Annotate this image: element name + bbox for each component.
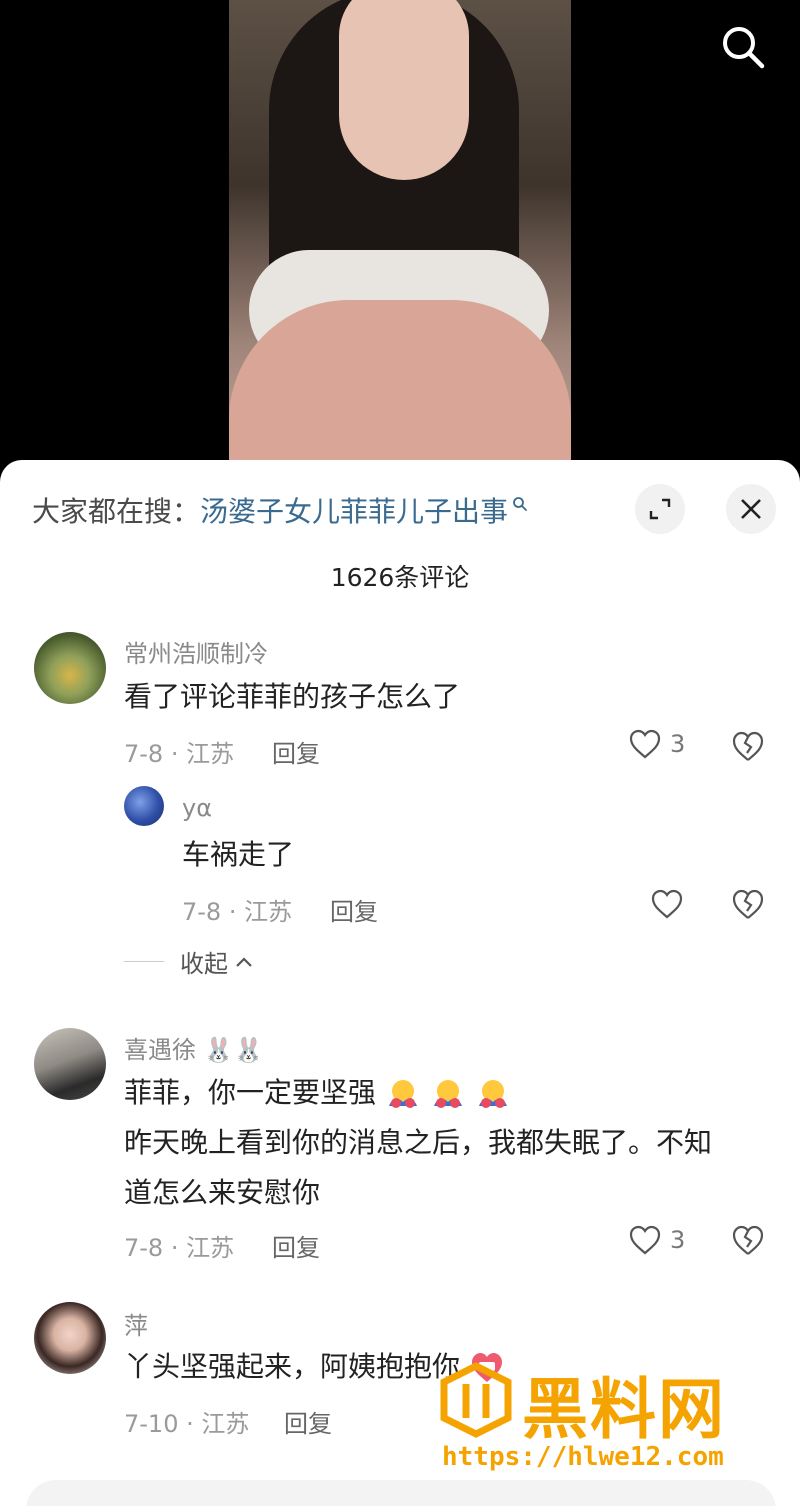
watermark-logo-icon [440,1362,512,1438]
comment-text: 道怎么来安慰你 [124,1176,321,1209]
collapse-replies-button[interactable]: 收起 [124,944,254,979]
comment-date-location: 7-8 · 江苏 [124,1234,235,1262]
avatar[interactable] [34,1302,106,1374]
dislike-icon[interactable] [730,1222,766,1258]
dislike-icon[interactable] [730,886,766,922]
dislike-icon[interactable] [730,728,766,764]
comment-text: 车祸走了 [182,838,295,871]
comment-count: 1626条评论 [330,563,470,592]
divider [124,961,164,962]
hot-search-banner[interactable]: 大家都在搜： 汤婆子女儿菲菲儿子出事 [32,490,528,530]
video-player[interactable] [0,0,800,470]
rabbit-emoji-icon: 🐰🐰 [203,1036,264,1064]
comment-text-line: 菲菲，你一定要坚强 [124,1068,511,1118]
comment-username[interactable]: yα [182,794,212,822]
reply-button[interactable]: 回复 [284,1404,332,1439]
watermark-url: https://hlwe12.com [442,1442,724,1472]
close-icon [741,499,761,519]
watermark-title: 黑料网 [522,1371,726,1448]
comment-username[interactable]: 常州浩顺制冷 [124,634,268,669]
reply-button[interactable]: 回复 [272,734,320,769]
comment-username-text: 喜遇徐 [124,1036,196,1064]
comment-date-location: 7-10 · 江苏 [124,1410,250,1438]
hot-search-term[interactable]: 汤婆子女儿菲菲儿子出事 [200,490,508,530]
expand-button[interactable] [635,484,685,534]
comment-text: 看了评论菲菲的孩子怎么了 [124,680,461,713]
comment-text: 菲菲，你一定要坚强 [124,1076,377,1109]
hug-emoji-icon [433,1080,462,1108]
like-count: 3 [670,730,686,758]
expand-icon [649,498,671,520]
like-button[interactable]: 3 [628,1224,685,1256]
comment-username[interactable]: 喜遇徐 🐰🐰 [124,1030,263,1065]
comment-text: 昨天晚上看到你的消息之后，我都失眠了。不知 [124,1126,713,1159]
search-icon[interactable] [718,22,766,70]
comment-username[interactable]: 萍 [124,1306,148,1341]
comment-text: 丫头坚强起来，阿姨抱抱你 [124,1350,461,1383]
hot-search-prefix: 大家都在搜： [32,495,201,528]
avatar[interactable] [34,632,106,704]
comment-date-location: 7-8 · 江苏 [124,740,235,768]
reply-button[interactable]: 回复 [330,892,378,927]
video-subject-arms [229,300,571,462]
like-button[interactable] [650,888,684,920]
hug-emoji-icon [478,1080,507,1108]
chevron-up-icon [236,956,252,967]
heart-icon [629,1225,661,1255]
heart-icon [651,889,683,919]
collapse-label: 收起 [180,950,228,978]
comment-sheet: 大家都在搜： 汤婆子女儿菲菲儿子出事 1626条评论 常州浩顺制冷 看了评论菲菲… [0,460,800,1506]
avatar[interactable] [34,1028,106,1100]
comment-date-location: 7-8 · 江苏 [182,898,293,926]
like-button[interactable]: 3 [628,728,685,760]
video-frame[interactable] [229,0,571,462]
watermark: 黑料网 https://hlwe12.com [438,1362,778,1480]
hug-emoji-icon [388,1080,417,1108]
like-count: 3 [670,1226,686,1254]
reply-button[interactable]: 回复 [272,1228,320,1263]
video-subject-face [339,0,469,180]
heart-icon [629,729,661,759]
avatar[interactable] [124,786,164,826]
comment-input-bar[interactable] [26,1480,776,1506]
close-button[interactable] [726,484,776,534]
search-small-icon [513,497,527,511]
